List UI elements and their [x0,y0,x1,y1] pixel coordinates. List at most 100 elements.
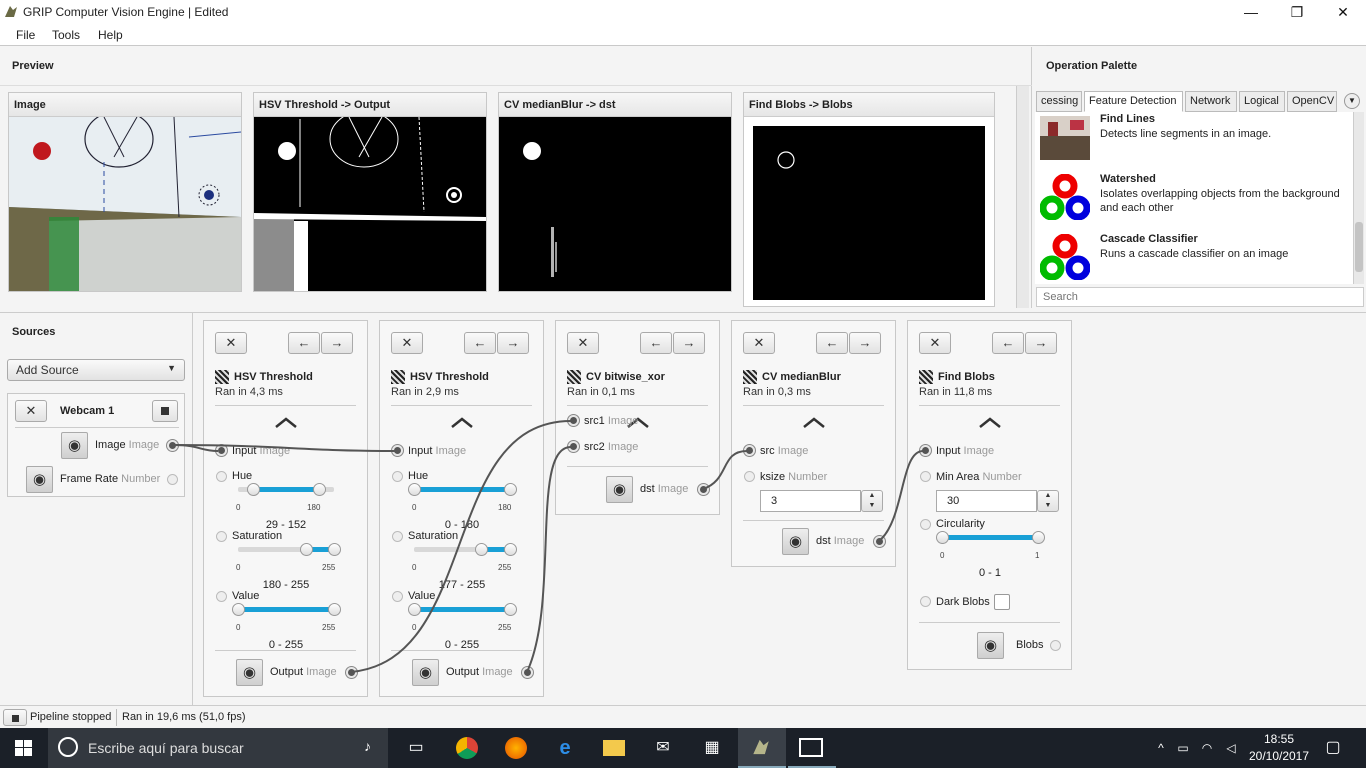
move-right-arrow-icon[interactable]: → [321,332,353,354]
move-left-arrow-icon[interactable]: ← [464,332,496,354]
move-left-arrow-icon[interactable]: ← [288,332,320,354]
saturation-low-handle[interactable] [299,543,313,556]
remove-source-button[interactable]: ✕ [15,400,47,422]
remove-step-button[interactable]: ✕ [919,332,951,354]
move-left-arrow-icon[interactable]: ← [816,332,848,354]
input-image-socket[interactable] [392,445,403,456]
hue-socket[interactable] [216,471,227,482]
ksize-input[interactable]: 3 [760,490,861,512]
op-find-lines-name[interactable]: Find Lines [1100,113,1155,125]
webcam-framerate-socket[interactable] [167,474,178,485]
file-explorer-icon[interactable] [603,740,625,756]
src2-socket[interactable] [568,441,579,452]
battery-icon[interactable]: ▭ [1172,738,1194,758]
remove-step-button[interactable]: ✕ [391,332,423,354]
action-center-icon[interactable]: ▢ [1322,738,1344,758]
tab-network[interactable]: Network [1185,91,1237,112]
firefox-icon[interactable] [505,737,527,759]
preview-toggle-eye-icon[interactable]: ◉ [26,466,53,493]
dst-socket[interactable] [698,484,709,495]
collapse-chevron-icon[interactable] [802,417,826,429]
saturation-socket[interactable] [392,531,403,542]
move-left-arrow-icon[interactable]: ← [992,332,1024,354]
volume-icon[interactable]: ◁ [1220,738,1242,758]
saturation-socket[interactable] [216,531,227,542]
taskbar-date[interactable]: 20/10/2017 [1248,749,1310,763]
mail-icon[interactable]: ✉ [652,738,674,758]
circularity-high-handle[interactable] [1032,531,1045,544]
saturation-low-handle[interactable] [474,543,488,556]
ksize-socket[interactable] [744,471,755,482]
store-icon[interactable]: ▦ [701,738,723,758]
stop-source-button[interactable] [152,400,178,422]
value-low-handle[interactable] [232,603,245,616]
preview-toggle-eye-icon[interactable]: ◉ [236,659,263,686]
preview-toggle-eye-icon[interactable]: ◉ [606,476,633,503]
menu-tools[interactable]: Tools [52,28,80,42]
photos-taskbar-button[interactable] [788,728,836,768]
min-area-socket[interactable] [920,471,931,482]
output-image-socket[interactable] [346,667,357,678]
src1-socket[interactable] [568,415,579,426]
webcam-image-socket[interactable] [167,440,178,451]
windows-start-icon[interactable] [15,740,32,756]
move-right-arrow-icon[interactable]: → [849,332,881,354]
min-area-stepper-arrows-icon[interactable]: ▲ ▼ [1037,490,1059,512]
min-area-input[interactable]: 30 [936,490,1037,512]
circularity-socket[interactable] [920,519,931,530]
hue-low-handle[interactable] [408,483,421,496]
value-socket[interactable] [392,591,403,602]
blobs-socket[interactable] [1050,640,1061,651]
saturation-high-handle[interactable] [328,543,341,556]
collapse-chevron-icon[interactable] [274,417,298,429]
preview-toggle-eye-icon[interactable]: ◉ [977,632,1004,659]
close-window-button[interactable]: ✕ [1320,0,1366,24]
hue-socket[interactable] [392,471,403,482]
palette-search-input[interactable] [1036,287,1364,307]
value-low-handle[interactable] [408,603,421,616]
remove-step-button[interactable]: ✕ [743,332,775,354]
move-right-arrow-icon[interactable]: → [673,332,705,354]
chrome-icon[interactable] [456,737,478,759]
preview-toggle-eye-icon[interactable]: ◉ [61,432,88,459]
minimize-button[interactable]: — [1228,0,1274,24]
menu-file[interactable]: File [16,28,35,42]
preview-toggle-eye-icon[interactable]: ◉ [412,659,439,686]
preview-toggle-eye-icon[interactable]: ◉ [782,528,809,555]
grip-taskbar-button[interactable] [738,728,786,768]
run-stop-button[interactable] [3,709,27,726]
remove-step-button[interactable]: ✕ [215,332,247,354]
input-image-socket[interactable] [920,445,931,456]
tab-overflow-icon[interactable]: ▼ [1344,93,1360,109]
hue-high-handle[interactable] [504,483,517,496]
preview-scrollbar[interactable] [1016,86,1029,308]
move-right-arrow-icon[interactable]: → [497,332,529,354]
op-cascade-classifier-name[interactable]: Cascade Classifier [1100,233,1198,245]
menu-help[interactable]: Help [98,28,123,42]
remove-step-button[interactable]: ✕ [567,332,599,354]
dark-blobs-socket[interactable] [920,596,931,607]
tray-chevron-icon[interactable]: ^ [1150,738,1172,758]
ksize-stepper-arrows-icon[interactable]: ▲ ▼ [861,490,883,512]
dark-blobs-checkbox[interactable] [994,594,1010,610]
op-watershed-name[interactable]: Watershed [1100,173,1156,185]
move-left-arrow-icon[interactable]: ← [640,332,672,354]
maximize-button[interactable]: ❐ [1274,0,1320,24]
dst-socket[interactable] [874,536,885,547]
hue-high-handle[interactable] [313,483,327,496]
edge-icon[interactable]: e [554,738,576,758]
collapse-chevron-icon[interactable] [450,417,474,429]
taskbar-time[interactable]: 18:55 [1248,732,1310,746]
value-high-handle[interactable] [328,603,341,616]
tab-feature-detection[interactable]: Feature Detection [1084,91,1183,112]
circularity-low-handle[interactable] [936,531,949,544]
tab-logical[interactable]: Logical [1239,91,1285,112]
taskbar-search-box[interactable]: Escribe aquí para buscar ♪ [48,728,388,768]
collapse-chevron-icon[interactable] [978,417,1002,429]
input-image-socket[interactable] [216,445,227,456]
task-view-icon[interactable]: ▭ [405,738,427,758]
value-socket[interactable] [216,591,227,602]
tab-processing[interactable]: cessing [1036,91,1082,112]
tab-opencv[interactable]: OpenCV [1287,91,1337,112]
src-socket[interactable] [744,445,755,456]
